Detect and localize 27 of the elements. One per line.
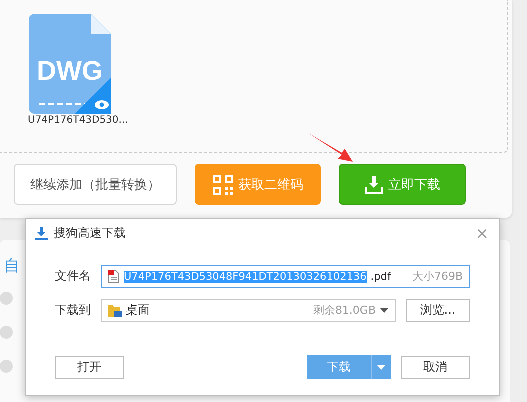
filename-field[interactable]: U74P176T43D53048F941DT20130326102136 .pdf 大小769B <box>101 265 470 288</box>
section-heading: 自 <box>4 256 20 277</box>
folder-icon <box>108 304 122 318</box>
download-icon <box>35 226 48 240</box>
qr-code-icon <box>212 174 232 194</box>
field-label: 下载到 <box>55 302 91 319</box>
pointer-arrow <box>306 131 354 163</box>
dialog-title: 搜狗高速下载 <box>54 224 127 242</box>
caret-icon <box>380 308 389 313</box>
browse-button[interactable]: 浏览... <box>406 299 470 322</box>
free-space: 剩余81.0GB <box>313 303 376 318</box>
field-label: 文件名 <box>55 268 91 285</box>
pdf-file-icon <box>108 270 120 284</box>
selected-filename: U74P176T43D53048F941DT20130326102136 <box>124 270 367 282</box>
file-extension: .pdf <box>370 270 392 282</box>
folder-select[interactable]: 桌面 剩余81.0GB <box>101 299 396 322</box>
cancel-button[interactable]: 取消 <box>401 356 470 378</box>
add-more-button[interactable]: 继续添加（批量转换） <box>14 164 177 205</box>
radio-button[interactable] <box>0 292 13 305</box>
radio-button[interactable] <box>0 360 13 373</box>
open-button[interactable]: 打开 <box>55 356 124 378</box>
caret-icon <box>377 364 386 370</box>
folder-name: 桌面 <box>126 302 151 319</box>
file-name: U74P176T43D530... <box>28 115 128 126</box>
radio-button[interactable] <box>0 326 13 339</box>
download-icon <box>364 176 382 194</box>
file-size: 大小769B <box>412 269 463 284</box>
